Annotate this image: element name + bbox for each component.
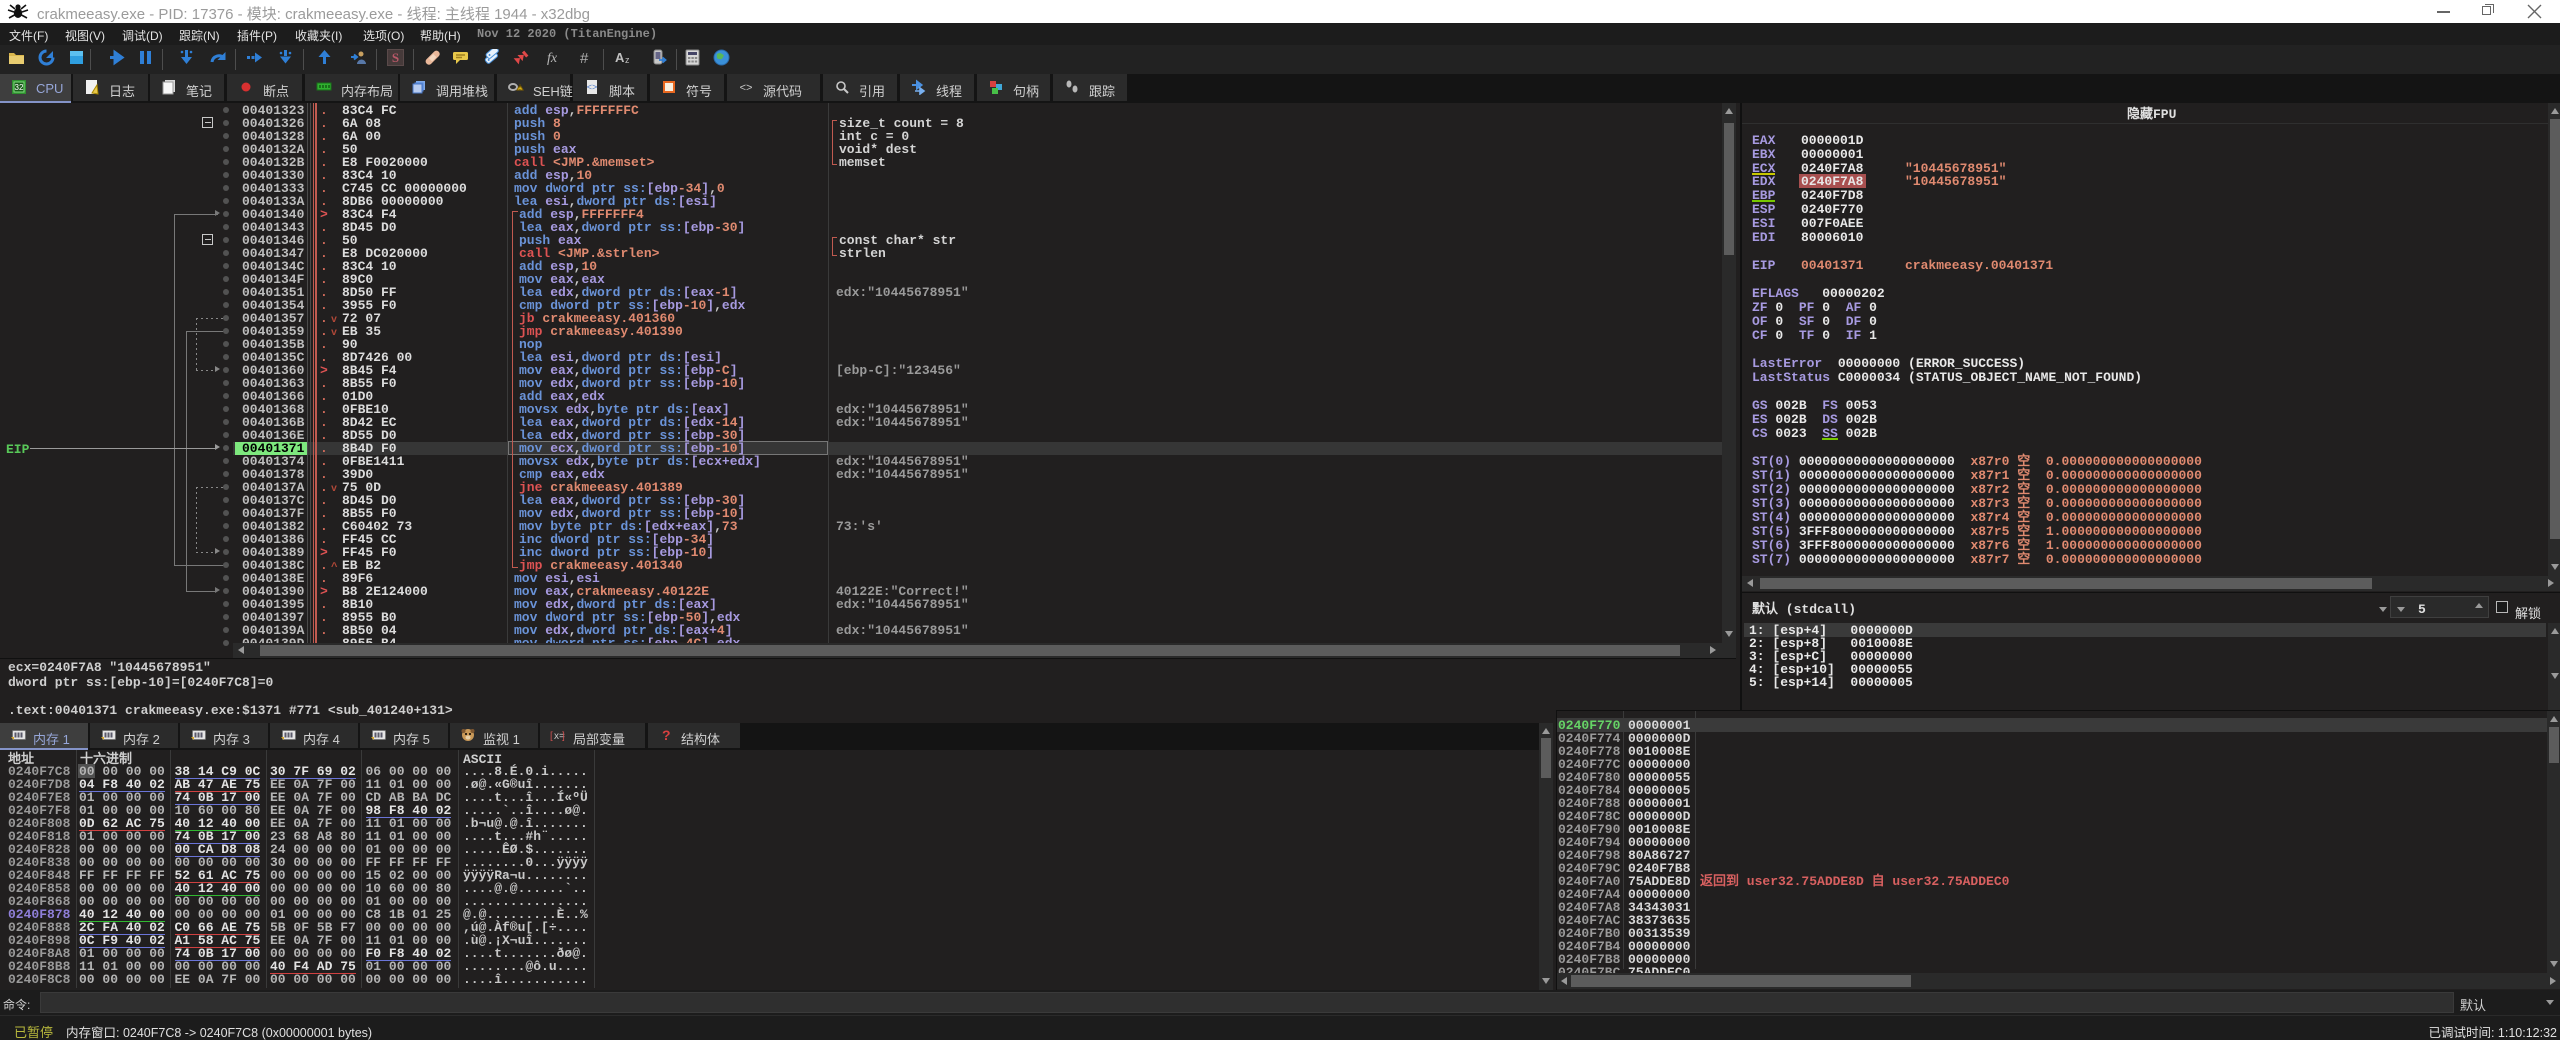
svg-text:<>: <>: [740, 82, 753, 94]
svg-text:32: 32: [15, 83, 24, 92]
svg-text:<>: <>: [587, 82, 598, 92]
svg-text:A: A: [615, 50, 625, 65]
svg-text:z: z: [625, 55, 630, 65]
svg-text:]: ]: [562, 731, 565, 742]
svg-text:S: S: [392, 50, 399, 65]
svg-text:#: #: [580, 50, 589, 66]
svg-text:[: [: [550, 731, 553, 742]
svg-text:?: ?: [662, 727, 671, 743]
svg-text:fx: fx: [547, 51, 558, 66]
